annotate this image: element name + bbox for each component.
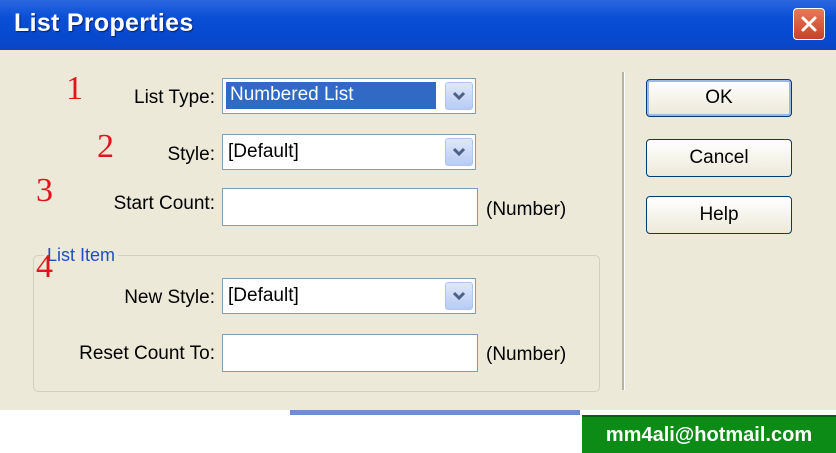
list-type-select[interactable]: Numbered List [222, 78, 476, 114]
style-dropdown-button[interactable] [445, 138, 473, 166]
chevron-down-icon [452, 291, 466, 301]
list-type-dropdown-button[interactable] [445, 82, 473, 110]
list-type-value: Numbered List [226, 82, 436, 109]
new-style-dropdown-button[interactable] [445, 282, 473, 310]
help-button[interactable]: Help [646, 196, 792, 234]
cancel-button[interactable]: Cancel [646, 139, 792, 177]
start-count-label: Start Count: [113, 193, 215, 214]
window-title: List Properties [14, 9, 194, 37]
list-type-label: List Type: [134, 87, 215, 108]
new-style-value: [Default] [228, 285, 299, 306]
annotation-1: 1 [66, 70, 83, 107]
title-bar[interactable]: List Properties [0, 0, 836, 50]
start-count-unit: (Number) [486, 199, 567, 220]
ok-button[interactable]: OK [646, 79, 792, 117]
watermark-email: mm4ali@hotmail.com [582, 415, 836, 453]
annotation-3: 3 [36, 172, 53, 209]
start-count-input[interactable] [222, 188, 478, 226]
vertical-separator [622, 72, 625, 390]
chevron-down-icon [452, 91, 466, 101]
list-properties-dialog: List Properties 1 2 3 List Type: Numbere… [0, 0, 836, 410]
list-item-legend: List Item [44, 245, 119, 266]
new-style-select[interactable]: [Default] [222, 278, 476, 314]
annotation-2: 2 [97, 128, 114, 165]
annotation-4: 4 [36, 248, 53, 285]
style-select[interactable]: [Default] [222, 134, 476, 170]
reset-count-unit: (Number) [486, 344, 567, 365]
close-button[interactable] [793, 8, 825, 40]
reset-count-input[interactable] [222, 334, 478, 372]
close-icon [801, 16, 817, 32]
style-label: Style: [167, 144, 215, 165]
style-value: [Default] [228, 141, 299, 162]
background-bar [290, 410, 580, 415]
chevron-down-icon [452, 147, 466, 157]
reset-count-label: Reset Count To: [79, 343, 215, 364]
new-style-label: New Style: [124, 287, 215, 308]
